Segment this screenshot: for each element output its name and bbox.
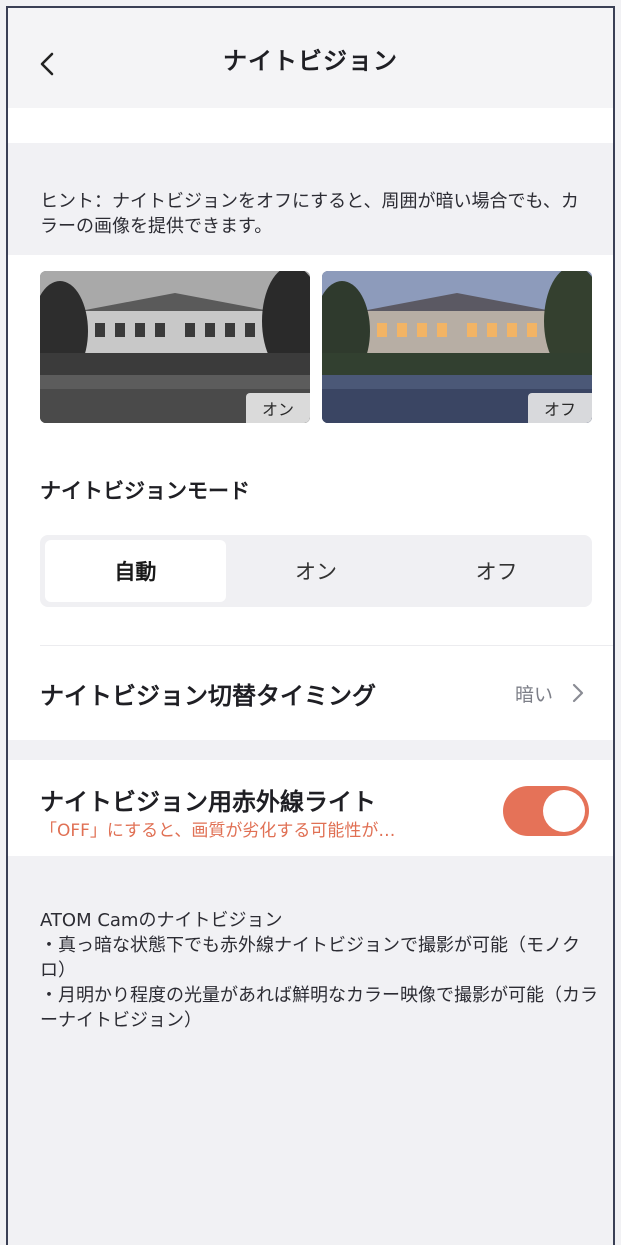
mode-section-title: ナイトビジョンモード	[40, 479, 250, 503]
nav-header: ナイトビジョン	[8, 8, 613, 108]
ir-light-row: ナイトビジョン用赤外線ライト 「OFF」にすると、画質が劣化する可能性が…	[8, 760, 613, 856]
preview-night-vision-off: オフ	[322, 271, 592, 423]
mode-option-auto[interactable]: 自動	[45, 540, 226, 602]
toggle-knob	[543, 790, 585, 832]
info-text: ATOM Camのナイトビジョン ・真っ暗な状態下でも赤外線ナイトビジョンで撮影…	[40, 908, 600, 1033]
switch-timing-value: 暗い	[514, 683, 553, 706]
app-screen: ナイトビジョン ヒント：ナイトビジョンをオフにすると、周囲が暗い場合でも、カラー…	[6, 6, 615, 1245]
ir-light-toggle[interactable]	[503, 786, 589, 836]
chevron-right-icon	[572, 683, 584, 703]
section-gap	[8, 740, 613, 760]
ir-light-warning: 「OFF」にすると、画質が劣化する可能性が…	[40, 821, 396, 841]
preview-label: オフ	[528, 393, 592, 423]
preview-night-vision-on: オン	[40, 271, 310, 423]
switch-timing-label: ナイトビジョン切替タイミング	[40, 681, 376, 710]
settings-card: オン オフ ナイトビジョンモード 自動 オン オフ ナイトビジョン切替タイミング…	[8, 255, 613, 740]
chevron-left-icon	[40, 52, 54, 76]
preview-label: オン	[246, 393, 310, 423]
spacer	[8, 108, 613, 143]
mode-option-on[interactable]: オン	[226, 540, 407, 602]
hint-text: ヒント：ナイトビジョンをオフにすると、周囲が暗い場合でも、カラーの画像を提供でき…	[8, 143, 613, 255]
ir-light-title: ナイトビジョン用赤外線ライト	[40, 788, 376, 816]
info-line-3: ・月明かり程度の光量があれば鮮明なカラー映像で撮影が可能（カラーナイトビジョン）	[40, 985, 598, 1031]
info-line-1: ATOM Camのナイトビジョン	[40, 910, 283, 931]
switch-timing-row[interactable]: ナイトビジョン切替タイミング 暗い	[8, 646, 613, 740]
page-title: ナイトビジョン	[223, 46, 398, 75]
mode-segmented-control: 自動 オン オフ	[40, 535, 592, 607]
info-line-2: ・真っ暗な状態下でも赤外線ナイトビジョンで撮影が可能（モノクロ）	[40, 935, 580, 981]
back-button[interactable]	[30, 46, 66, 82]
mode-option-off[interactable]: オフ	[406, 540, 587, 602]
